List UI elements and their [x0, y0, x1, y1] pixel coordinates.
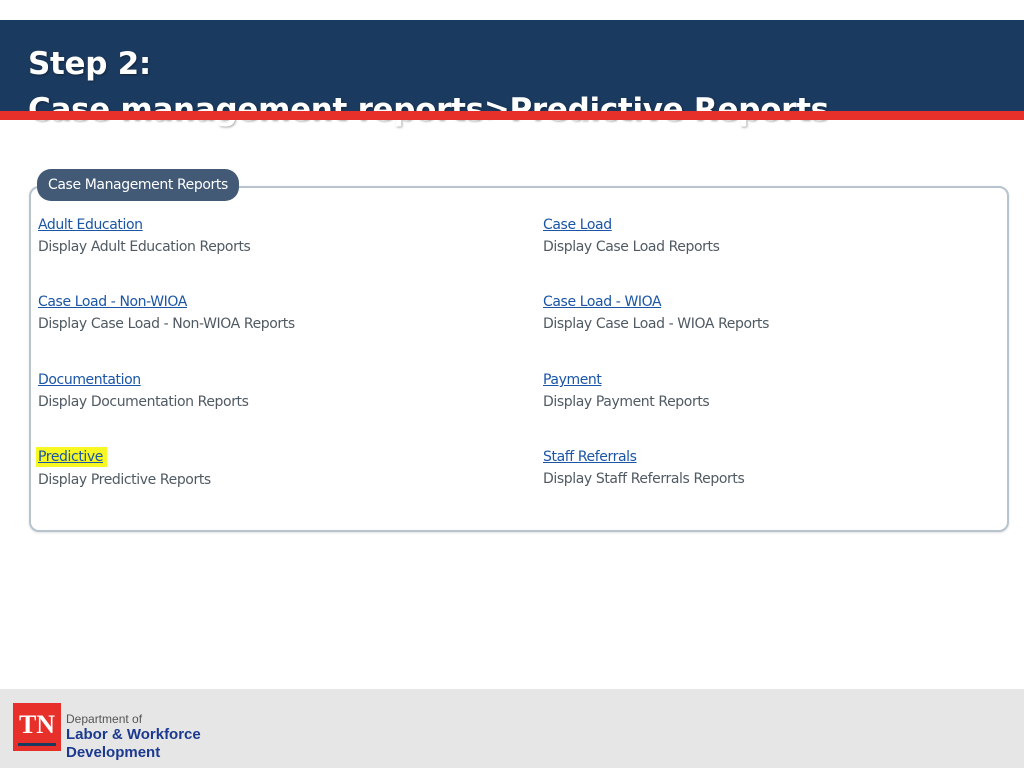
report-item-predictive: Predictive Display Predictive Reports [36, 446, 211, 489]
case-load-wioa-link[interactable]: Case Load - WIOA [543, 293, 662, 311]
tn-logo: TN [13, 703, 61, 751]
title-accent-bar [0, 111, 1024, 120]
report-item-adult-education: Adult Education Display Adult Education … [38, 214, 251, 256]
case-load-non-wioa-description: Display Case Load - Non-WIOA Reports [38, 316, 295, 332]
report-item-documentation: Documentation Display Documentation Repo… [38, 369, 249, 411]
tn-logo-underline [18, 743, 56, 746]
report-item-case-load-non-wioa: Case Load - Non-WIOA Display Case Load -… [38, 291, 295, 333]
staff-referrals-link[interactable]: Staff Referrals [543, 448, 637, 466]
panel-heading-tab: Case Management Reports [37, 169, 239, 201]
payment-description: Display Payment Reports [543, 394, 710, 410]
adult-education-link[interactable]: Adult Education [38, 216, 143, 234]
tn-logo-text: TN [18, 710, 56, 739]
department-name-line2: Development [66, 744, 161, 761]
slide: Step 2: Case management reports>Predicti… [0, 0, 1024, 768]
documentation-link[interactable]: Documentation [38, 371, 141, 389]
predictive-description: Display Predictive Reports [38, 472, 211, 488]
case-load-non-wioa-link[interactable]: Case Load - Non-WIOA [38, 293, 187, 311]
report-item-case-load: Case Load Display Case Load Reports [543, 214, 720, 256]
report-item-staff-referrals: Staff Referrals Display Staff Referrals … [543, 446, 745, 488]
payment-link[interactable]: Payment [543, 371, 602, 389]
report-item-case-load-wioa: Case Load - WIOA Display Case Load - WIO… [543, 291, 769, 333]
slide-title-path: Case management reports>Predictive Repor… [28, 92, 829, 128]
report-item-payment: Payment Display Payment Reports [543, 369, 710, 411]
title-bar: Step 2: Case management reports>Predicti… [0, 20, 1024, 128]
case-load-wioa-description: Display Case Load - WIOA Reports [543, 316, 769, 332]
department-label: Department of [66, 712, 143, 726]
documentation-description: Display Documentation Reports [38, 394, 249, 410]
predictive-link[interactable]: Predictive [36, 447, 108, 467]
case-load-description: Display Case Load Reports [543, 239, 720, 255]
adult-education-description: Display Adult Education Reports [38, 239, 251, 255]
case-load-link[interactable]: Case Load [543, 216, 612, 234]
department-name-line1: Labor & Workforce [66, 726, 201, 743]
slide-title-step: Step 2: [28, 46, 152, 82]
staff-referrals-description: Display Staff Referrals Reports [543, 471, 745, 487]
